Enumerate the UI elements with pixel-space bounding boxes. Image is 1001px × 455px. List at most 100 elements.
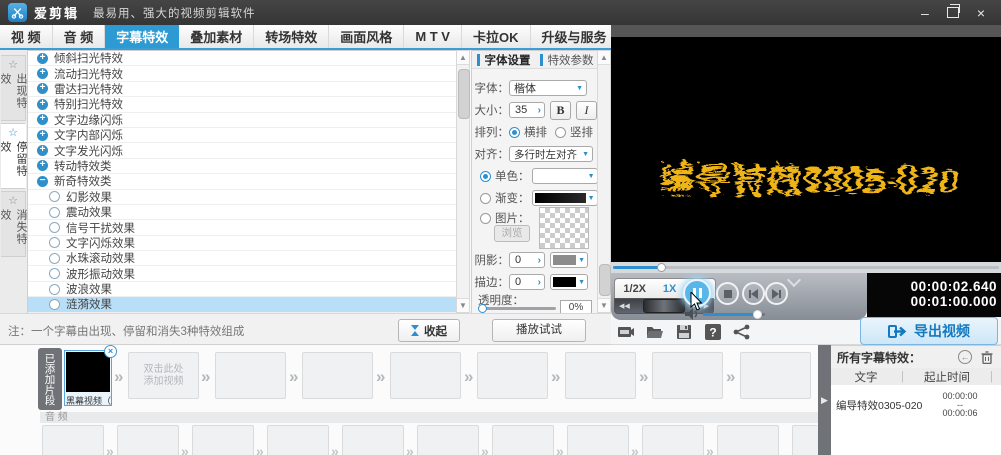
expand-plus-icon[interactable]: +: [37, 99, 48, 110]
collapse-minus-icon[interactable]: −: [37, 176, 48, 187]
media-info-icon[interactable]: [617, 324, 635, 340]
sidebar-tab-disappear-effects[interactable]: ☆ 消失特效: [1, 191, 26, 257]
next-frame-button[interactable]: [765, 282, 788, 305]
scroll-thumb[interactable]: [458, 69, 470, 119]
scroll-up-icon[interactable]: ▲: [598, 51, 610, 65]
restore-button[interactable]: [947, 7, 959, 18]
empty-clip-slot[interactable]: [215, 352, 286, 399]
save-icon[interactable]: [675, 324, 693, 340]
speed-1x-button[interactable]: 1X: [663, 283, 676, 295]
empty-audio-slot[interactable]: [717, 425, 779, 455]
stroke-color-picker[interactable]: ▼: [550, 274, 588, 290]
effect-item[interactable]: 信号干扰效果: [28, 220, 456, 235]
sidebar-tab-appear-effects[interactable]: ☆ 出现特效: [1, 55, 26, 121]
volume-handle[interactable]: [753, 310, 762, 319]
effect-item[interactable]: +文字边缘闪烁: [28, 113, 456, 128]
effect-item[interactable]: +特别扫光特效: [28, 97, 456, 112]
remove-clip-icon[interactable]: ×: [104, 345, 117, 358]
horizontal-radio[interactable]: [509, 127, 520, 138]
effect-item[interactable]: +倾斜扫光特效: [28, 51, 456, 66]
effect-item[interactable]: 幻影效果: [28, 190, 456, 205]
jog-knob[interactable]: [643, 299, 685, 313]
effect-item[interactable]: +雷达扫光特效: [28, 82, 456, 97]
stroke-stepper[interactable]: 0›: [509, 274, 545, 290]
effect-item[interactable]: 波形振动效果: [28, 266, 456, 281]
empty-audio-slot[interactable]: [567, 425, 629, 455]
tab-picture-style[interactable]: 画面风格: [329, 25, 404, 48]
expand-plus-icon[interactable]: +: [37, 130, 48, 141]
gradient-radio[interactable]: [480, 193, 491, 204]
subtitle-row[interactable]: 编导特效0305-020 00:00:00 -- 00:00:06: [831, 389, 1001, 421]
tab-video[interactable]: 视 频: [0, 25, 53, 48]
tab-transition-effects[interactable]: 转场特效: [254, 25, 329, 48]
expand-plus-icon[interactable]: +: [37, 145, 48, 156]
open-folder-icon[interactable]: [646, 324, 664, 340]
clip-thumbnail[interactable]: [66, 352, 110, 392]
empty-clip-slot[interactable]: [740, 352, 811, 399]
tab-upgrade-services[interactable]: 升级与服务: [531, 25, 618, 48]
opacity-slider-knob[interactable]: [478, 304, 487, 313]
italic-button[interactable]: I: [576, 101, 597, 120]
effect-item[interactable]: +文字发光闪烁: [28, 143, 456, 158]
font-panel-scrollbar[interactable]: ▲ ▼: [597, 50, 611, 313]
effect-item[interactable]: +文字内部闪烁: [28, 128, 456, 143]
solid-color-radio[interactable]: [480, 171, 491, 182]
empty-clip-slot[interactable]: [565, 352, 636, 399]
effect-item[interactable]: 震动效果: [28, 205, 456, 220]
empty-audio-slot[interactable]: [642, 425, 704, 455]
scroll-down-icon[interactable]: ▼: [598, 298, 610, 312]
opacity-slider[interactable]: [480, 307, 556, 310]
sidebar-tab-stay-effects[interactable]: ☆ 停留特效: [1, 123, 26, 189]
effect-group-expanded[interactable]: −新奇特效类: [28, 174, 456, 189]
play-test-button[interactable]: 播放试试: [492, 319, 586, 342]
expand-plus-icon[interactable]: +: [37, 114, 48, 125]
tab-audio[interactable]: 音 频: [53, 25, 106, 48]
tab-mtv[interactable]: M T V: [404, 25, 462, 48]
tab-karaoke[interactable]: 卡拉OK: [462, 25, 531, 48]
panel-collapse-handle[interactable]: ▶: [818, 345, 831, 455]
expand-plus-icon[interactable]: +: [37, 83, 48, 94]
font-size-stepper[interactable]: 35›: [509, 102, 545, 118]
scroll-thumb[interactable]: [599, 264, 611, 296]
tab-effect-params[interactable]: 特效参数: [535, 52, 598, 68]
video-preview[interactable]: 编导特效0305-020: [611, 37, 1001, 262]
playback-progress-bar[interactable]: [611, 262, 1001, 273]
effect-item[interactable]: +转动特效类: [28, 159, 456, 174]
empty-audio-slot[interactable]: [417, 425, 479, 455]
empty-audio-slot[interactable]: [42, 425, 104, 455]
trash-icon[interactable]: [981, 351, 993, 364]
align-select[interactable]: 多行时左对齐▼: [509, 146, 593, 162]
browse-button[interactable]: 浏览: [494, 225, 530, 242]
empty-audio-slot[interactable]: [342, 425, 404, 455]
solid-color-picker[interactable]: ▼: [532, 168, 598, 184]
shadow-stepper[interactable]: 0›: [509, 252, 545, 268]
chevron-down-icon[interactable]: [787, 273, 801, 287]
minimize-button[interactable]: –: [921, 6, 929, 20]
undo-icon[interactable]: ←: [958, 350, 972, 364]
stop-button[interactable]: [716, 282, 739, 305]
effect-item[interactable]: 波浪效果: [28, 282, 456, 297]
scroll-up-icon[interactable]: ▲: [457, 51, 469, 65]
tab-font-settings[interactable]: 字体设置: [472, 52, 535, 68]
bold-button[interactable]: B: [550, 101, 571, 120]
close-button[interactable]: ×: [977, 6, 985, 20]
tab-subtitle-effects[interactable]: 字幕特效: [105, 25, 179, 48]
effect-item[interactable]: 水珠滚动效果: [28, 251, 456, 266]
help-icon[interactable]: ?: [704, 324, 722, 340]
empty-audio-slot[interactable]: [192, 425, 254, 455]
collapse-button[interactable]: 收起: [398, 319, 460, 342]
export-video-button[interactable]: 导出视频: [860, 317, 998, 345]
vertical-radio[interactable]: [555, 127, 566, 138]
effects-scrollbar[interactable]: ▲ ▼: [456, 50, 470, 313]
effect-item-selected[interactable]: 涟漪效果: [28, 297, 456, 312]
empty-audio-slot[interactable]: [117, 425, 179, 455]
progress-handle[interactable]: [657, 263, 666, 272]
added-segments-tab[interactable]: 已添加片段: [38, 348, 62, 410]
speed-half-button[interactable]: 1/2X: [623, 283, 646, 295]
empty-audio-slot[interactable]: [267, 425, 329, 455]
empty-clip-slot[interactable]: [477, 352, 548, 399]
effect-item[interactable]: +流动扫光特效: [28, 66, 456, 81]
empty-audio-slot[interactable]: [792, 425, 818, 455]
empty-clip-slot[interactable]: [652, 352, 723, 399]
expand-plus-icon[interactable]: +: [37, 53, 48, 64]
